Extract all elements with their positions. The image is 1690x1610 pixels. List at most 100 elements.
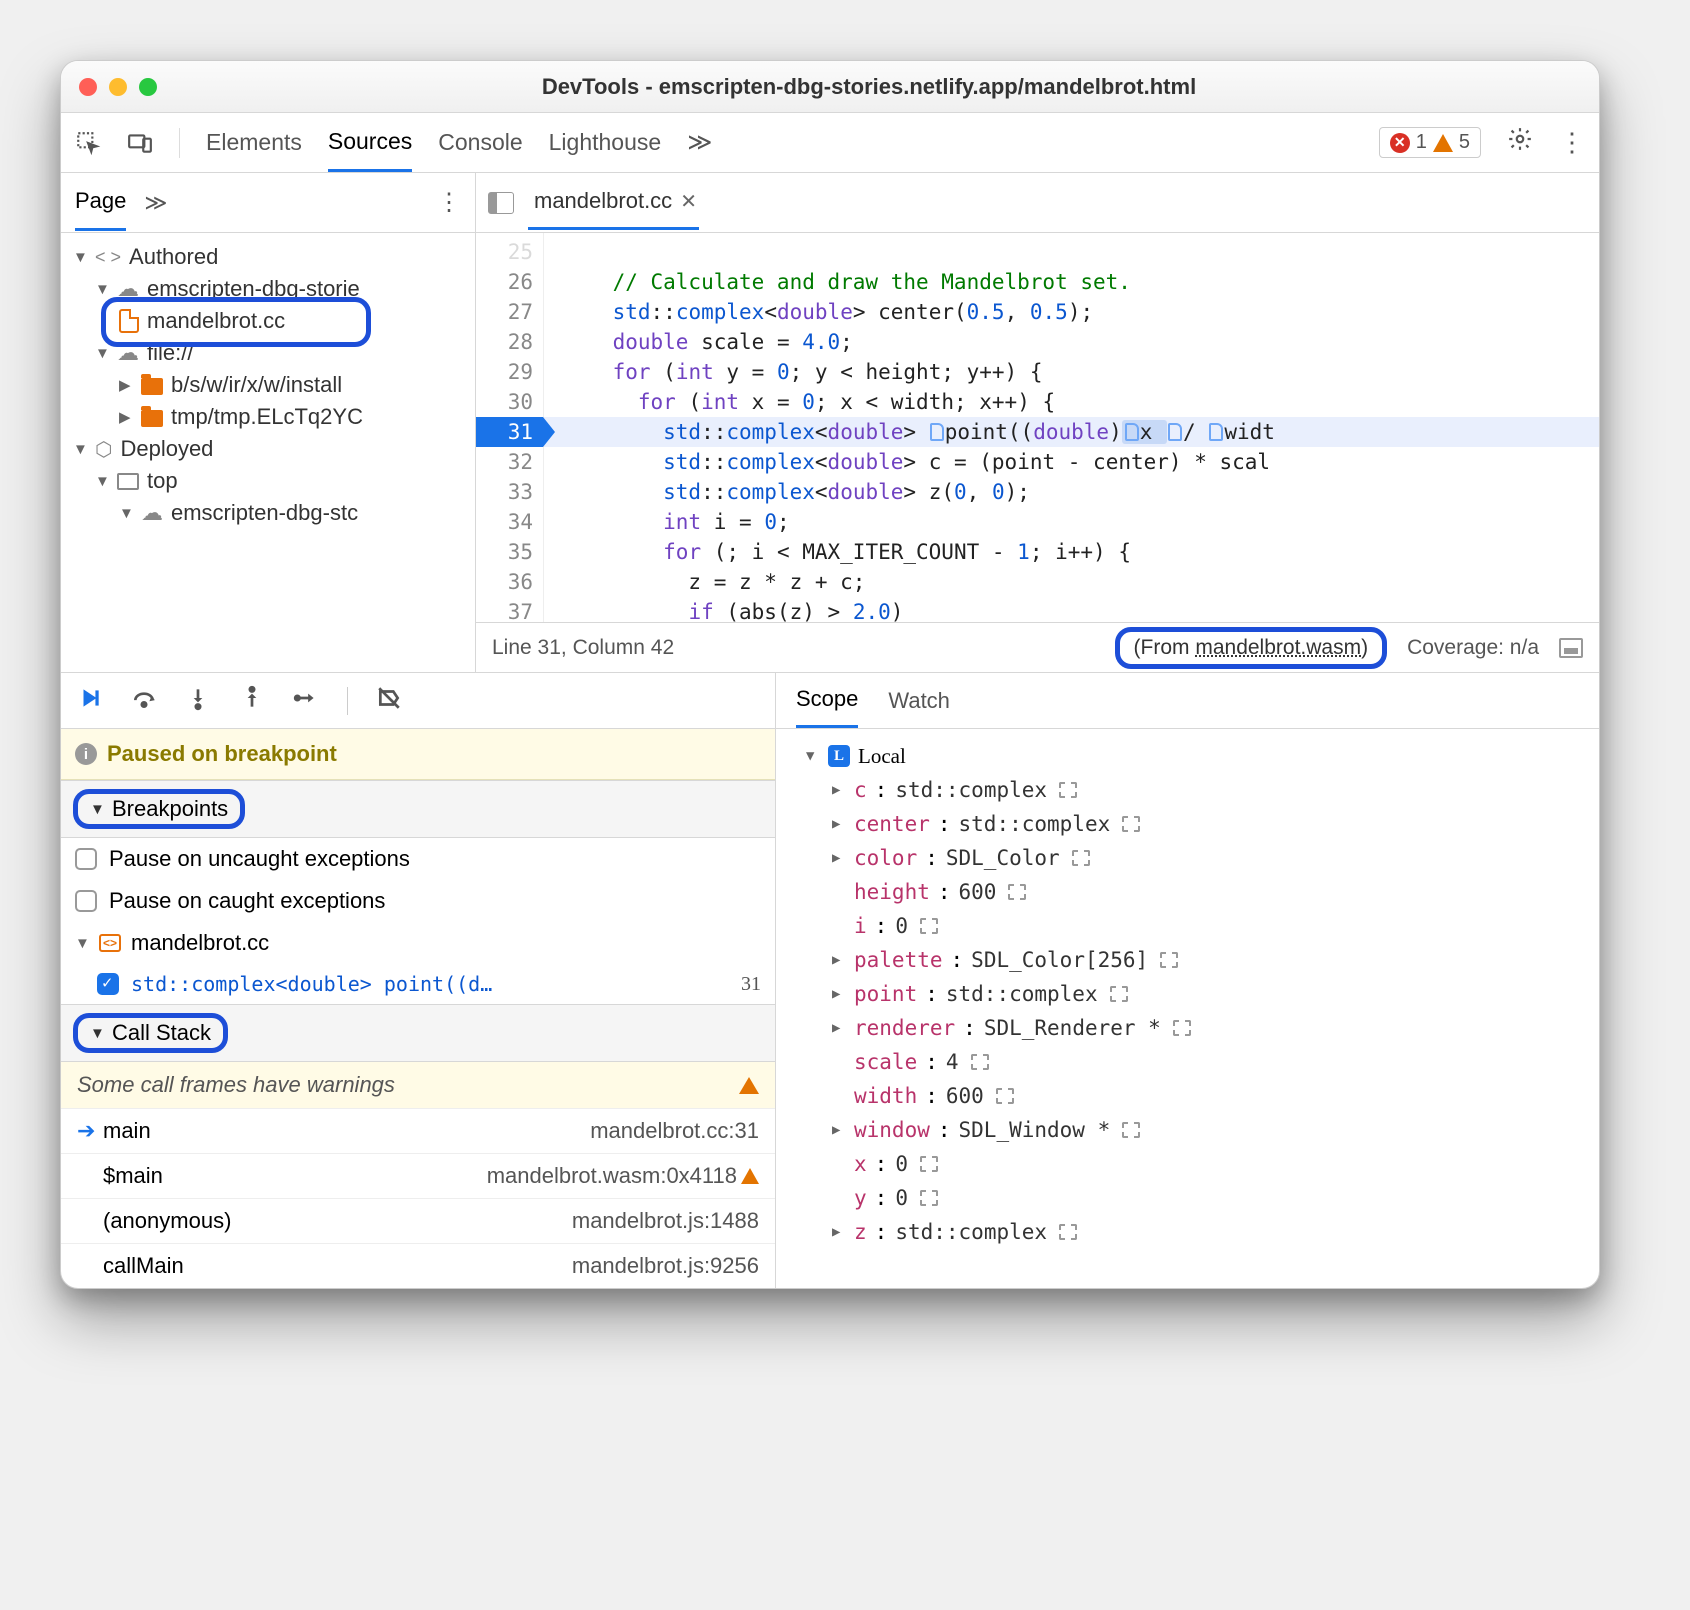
subrow: Page ≫ ⋮ mandelbrot.cc ✕ [61,173,1599,233]
breakpoint-marker[interactable]: 31 [476,417,543,447]
memory-icon[interactable] [920,918,938,934]
page-kebab-icon[interactable]: ⋮ [437,188,461,217]
close-tab-icon[interactable]: ✕ [680,189,697,214]
more-tabs-icon[interactable]: ≫ [687,128,712,157]
scope-var-row[interactable]: ▶window: SDL_Window * [788,1113,1587,1147]
zoom-icon[interactable] [139,78,157,96]
callstack-row[interactable]: $mainmandelbrot.wasm:0x4118 [61,1153,775,1198]
callstack-warning: Some call frames have warnings [61,1062,775,1108]
scope-local[interactable]: ▼LLocal [788,739,1587,773]
memory-icon[interactable] [1160,952,1178,968]
memory-icon[interactable] [1072,850,1090,866]
checkbox-icon[interactable] [75,890,97,912]
tab-console[interactable]: Console [438,115,522,170]
bp-line-row[interactable]: std::complex<double> point((d…31 [61,964,775,1004]
inspect-icon[interactable] [75,130,101,156]
memory-icon[interactable] [920,1156,938,1172]
tree-domain-1[interactable]: ▼☁emscripten-dbg-storie [67,273,469,305]
bp-file-row[interactable]: ▼<>mandelbrot.cc [61,922,775,964]
callstack-row[interactable]: callMainmandelbrot.js:9256 [61,1243,775,1288]
scope-var-row[interactable]: ▶c: std::complex [788,773,1587,807]
cursor-position: Line 31, Column 42 [492,636,674,660]
editor-tabs: mandelbrot.cc ✕ [476,173,1599,232]
memory-icon[interactable] [996,1088,1014,1104]
page-tabs: Page ≫ ⋮ [61,173,476,232]
issues-badge[interactable]: ✕ 1 5 [1379,127,1481,158]
traffic-lights [79,78,157,96]
scope-var-row[interactable]: y: 0 [788,1181,1587,1215]
scope-var-row[interactable]: ▶renderer: SDL_Renderer * [788,1011,1587,1045]
memory-icon[interactable] [1059,782,1077,798]
memory-icon[interactable] [1173,1020,1191,1036]
scope-var-row[interactable]: i: 0 [788,909,1587,943]
tree-domain-3[interactable]: ▼☁emscripten-dbg-stc [67,497,469,529]
memory-icon[interactable] [1059,1224,1077,1240]
callstack-header[interactable]: ▼Call Stack [61,1004,775,1062]
warning-icon [1433,134,1453,152]
tab-watch[interactable]: Watch [888,675,950,727]
step-into-icon[interactable] [185,685,211,717]
scope-var-row[interactable]: ▶palette: SDL_Color[256] [788,943,1587,977]
tree-folder-2[interactable]: ▶tmp/tmp.ELcTq2YC [67,401,469,433]
tab-scope[interactable]: Scope [796,673,858,728]
breakpoints-header[interactable]: ▼Breakpoints [61,780,775,838]
tree-folder-1[interactable]: ▶b/s/w/ir/x/w/install [67,369,469,401]
tab-sources[interactable]: Sources [328,114,412,172]
tree-file-mandelbrot[interactable]: mandelbrot.cc [67,305,469,337]
memory-icon[interactable] [1008,884,1026,900]
code-area[interactable]: 25 26 27 28 29 30 31 32 33 34 35 36 37 /… [476,233,1599,622]
source-mapped-from[interactable]: (From mandelbrot.wasm) [1115,627,1388,669]
resume-icon[interactable] [77,685,103,717]
file-icon [119,309,139,333]
memory-icon[interactable] [1122,1122,1140,1138]
deactivate-breakpoints-icon[interactable] [376,685,402,717]
step-icon[interactable] [293,685,319,717]
local-badge-icon: L [828,745,850,767]
step-over-icon[interactable] [131,685,157,717]
scope-var-row[interactable]: ▶color: SDL_Color [788,841,1587,875]
error-count: 1 [1416,131,1427,154]
scope-var-row[interactable]: ▶point: std::complex [788,977,1587,1011]
body-bottom: i Paused on breakpoint ▼Breakpoints Paus… [61,673,1599,1288]
scope-panel: Scope Watch ▼LLocal ▶c: std::complex▶cen… [776,673,1599,1288]
source-file-icon: <> [99,934,121,952]
toggle-navigator-icon[interactable] [488,192,514,214]
coverage-label: Coverage: n/a [1407,636,1539,660]
callstack-row[interactable]: (anonymous)mandelbrot.js:1488 [61,1198,775,1243]
minimize-icon[interactable] [109,78,127,96]
editor-tab-mandelbrot[interactable]: mandelbrot.cc ✕ [528,175,699,230]
memory-icon[interactable] [1110,986,1128,1002]
device-icon[interactable] [127,130,153,156]
checkbox-icon[interactable] [75,848,97,870]
show-console-icon[interactable] [1559,638,1583,658]
gutter[interactable]: 25 26 27 28 29 30 31 32 33 34 35 36 37 [476,233,544,622]
tree-authored[interactable]: ▼< >Authored [67,241,469,273]
scope-var-row[interactable]: height: 600 [788,875,1587,909]
file-tree: ▼< >Authored ▼☁emscripten-dbg-storie man… [61,233,476,672]
scope-var-row[interactable]: ▶z: std::complex [788,1215,1587,1249]
callstack-row[interactable]: ➔mainmandelbrot.cc:31 [61,1108,775,1153]
kebab-icon[interactable]: ⋮ [1559,127,1585,158]
step-out-icon[interactable] [239,685,265,717]
scope-var-row[interactable]: ▶center: std::complex [788,807,1587,841]
tab-elements[interactable]: Elements [206,115,302,170]
page-more-icon[interactable]: ≫ [144,190,167,216]
memory-icon[interactable] [971,1054,989,1070]
pause-uncaught-row[interactable]: Pause on uncaught exceptions [61,838,775,880]
frame-icon [117,473,139,490]
pause-caught-row[interactable]: Pause on caught exceptions [61,880,775,922]
memory-icon[interactable] [920,1190,938,1206]
close-icon[interactable] [79,78,97,96]
tree-domain-2[interactable]: ▼☁file:// [67,337,469,369]
tree-top[interactable]: ▼top [67,465,469,497]
scope-var-row[interactable]: scale: 4 [788,1045,1587,1079]
checkbox-checked-icon[interactable] [97,973,119,995]
tab-page[interactable]: Page [75,174,126,231]
code[interactable]: // Calculate and draw the Mandelbrot set… [544,233,1599,622]
memory-icon[interactable] [1122,816,1140,832]
gear-icon[interactable] [1507,126,1533,159]
scope-var-row[interactable]: width: 600 [788,1079,1587,1113]
scope-var-row[interactable]: x: 0 [788,1147,1587,1181]
tab-lighthouse[interactable]: Lighthouse [549,115,662,170]
tree-deployed[interactable]: ▼⬡Deployed [67,433,469,465]
